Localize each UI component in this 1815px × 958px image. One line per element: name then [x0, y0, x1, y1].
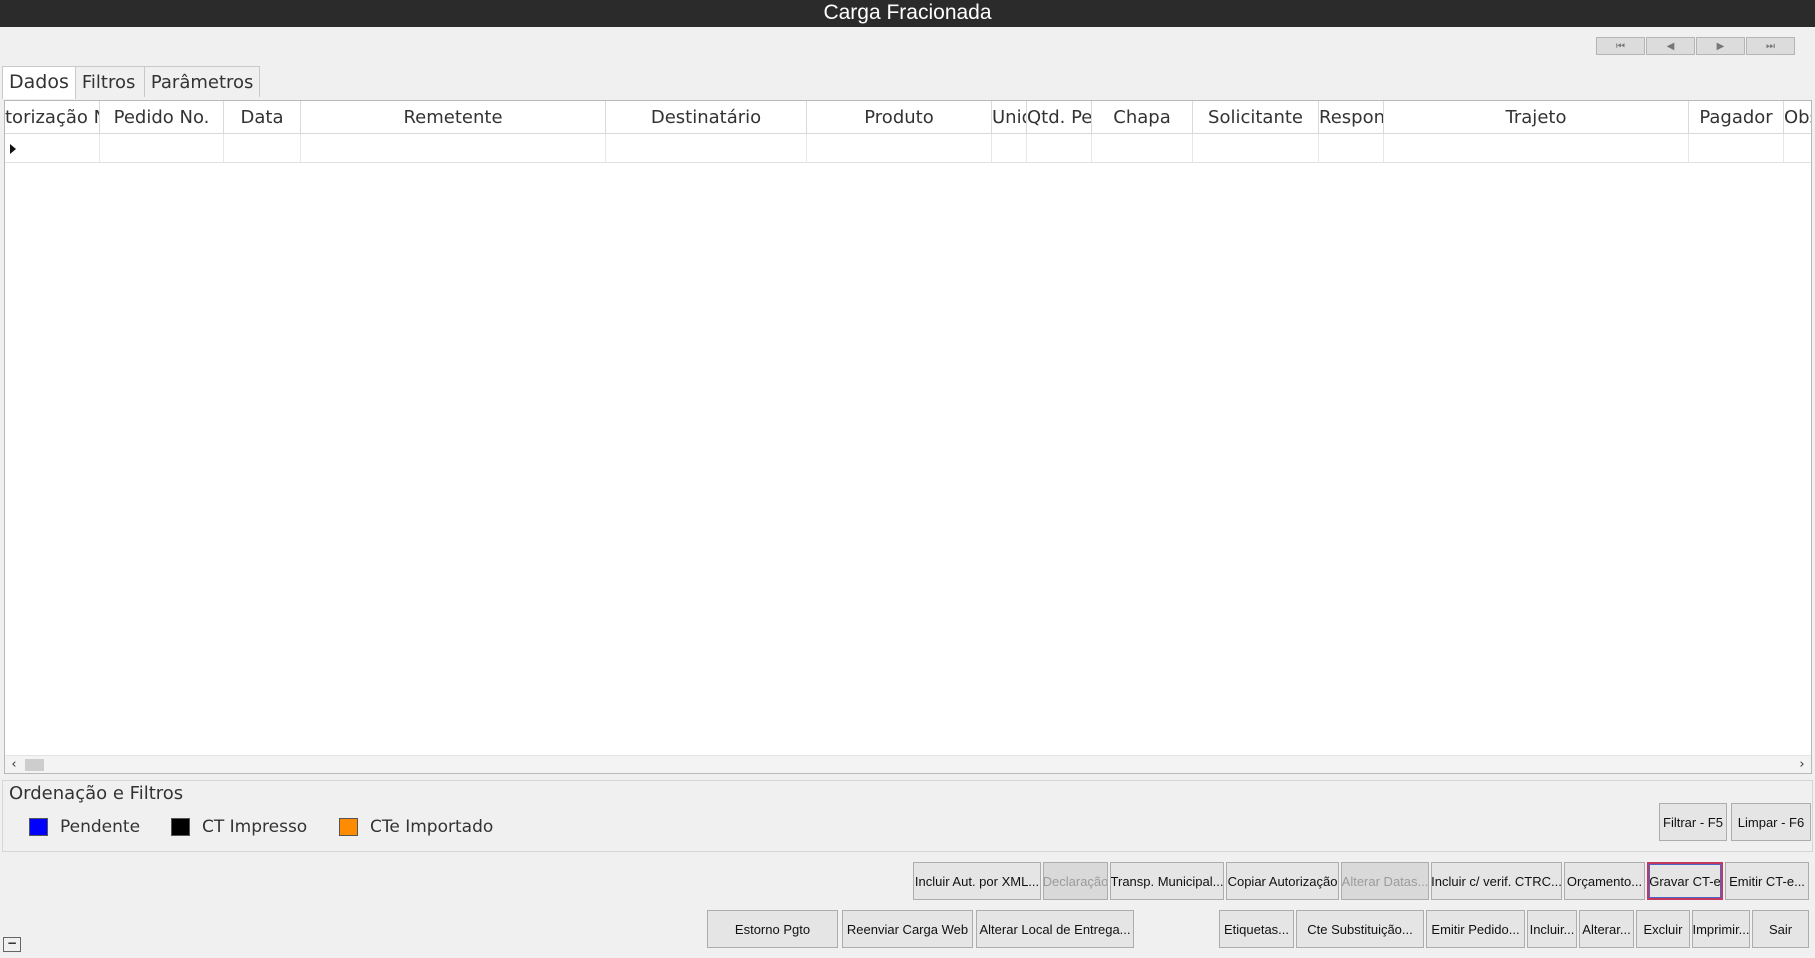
legend-pendente: Pendente	[29, 817, 140, 837]
emitir-pedido-button[interactable]: Emitir Pedido...	[1426, 910, 1525, 948]
table-row[interactable]	[5, 134, 1811, 163]
sair-button[interactable]: Sair	[1752, 910, 1809, 948]
legend-label: CT Impresso	[202, 817, 308, 837]
scroll-right-icon[interactable]: ›	[1793, 756, 1811, 773]
scrollbar-thumb[interactable]	[25, 759, 44, 771]
table-cell[interactable]	[1092, 134, 1193, 163]
data-grid[interactable]: torização N Pedido No. Data Remetente De…	[4, 100, 1812, 774]
column-produto[interactable]: Produto	[807, 101, 992, 134]
table-cell[interactable]	[606, 134, 807, 163]
table-cell[interactable]	[1384, 134, 1689, 163]
cte-importado-swatch	[339, 818, 358, 836]
nav-last-button[interactable]: ⏭	[1746, 37, 1795, 55]
pendente-swatch	[29, 818, 48, 836]
ct-impresso-swatch	[171, 818, 190, 836]
record-navigator: ⏮ ◀ ▶ ⏭	[1595, 37, 1795, 55]
excluir-button[interactable]: Excluir	[1636, 910, 1690, 948]
horizontal-scrollbar[interactable]: ‹ ›	[5, 755, 1811, 773]
table-cell[interactable]	[1027, 134, 1092, 163]
legend-label: CTe Importado	[370, 817, 494, 837]
clear-button[interactable]: Limpar - F6	[1731, 803, 1811, 841]
last-record-icon: ⏭	[1766, 40, 1775, 52]
reenviar-carga-web-button[interactable]: Reenviar Carga Web	[842, 910, 973, 948]
legend-cte-importado: CTe Importado	[339, 817, 493, 837]
column-qtd-pedido[interactable]: Qtd. Pedid	[1027, 101, 1092, 134]
column-unid[interactable]: Unid	[992, 101, 1027, 134]
collapse-button[interactable]: −	[3, 937, 21, 952]
alterar-datas-button[interactable]: Alterar Datas...	[1341, 862, 1429, 900]
column-data[interactable]: Data	[224, 101, 301, 134]
nav-next-button[interactable]: ▶	[1696, 37, 1745, 55]
table-cell[interactable]	[1193, 134, 1319, 163]
column-remetente[interactable]: Remetente	[301, 101, 606, 134]
column-responsavel[interactable]: Responsável	[1319, 101, 1384, 134]
tab-bar: Dados Filtros Parâmetros	[2, 66, 261, 99]
column-destinatario[interactable]: Destinatário	[606, 101, 807, 134]
table-cell[interactable]	[1784, 134, 1811, 163]
legend-ct-impresso: CT Impresso	[171, 817, 307, 837]
column-chapa[interactable]: Chapa	[1092, 101, 1193, 134]
window-title: Carga Fracionada	[0, 0, 1815, 27]
gravar-cte-button[interactable]: Gravar CT-e	[1647, 862, 1723, 900]
filters-title: Ordenação e Filtros	[9, 783, 184, 804]
nav-first-button[interactable]: ⏮	[1596, 37, 1645, 55]
table-cell[interactable]	[224, 134, 301, 163]
first-record-icon: ⏮	[1616, 40, 1625, 52]
etiquetas-button[interactable]: Etiquetas...	[1219, 910, 1294, 948]
column-trajeto[interactable]: Trajeto	[1384, 101, 1689, 134]
next-record-icon: ▶	[1716, 40, 1725, 52]
tab-dados[interactable]: Dados	[2, 66, 76, 99]
scroll-left-icon[interactable]: ‹	[5, 756, 23, 773]
table-cell[interactable]	[992, 134, 1027, 163]
emitir-cte-button[interactable]: Emitir CT-e...	[1725, 862, 1809, 900]
column-observacao[interactable]: Observ	[1784, 101, 1811, 134]
declaracao-button[interactable]: Declaração	[1043, 862, 1108, 900]
tab-filtros[interactable]: Filtros	[74, 66, 145, 97]
alterar-local-entrega-button[interactable]: Alterar Local de Entrega...	[976, 910, 1134, 948]
transp-municipal-button[interactable]: Transp. Municipal...	[1110, 862, 1224, 900]
table-cell[interactable]	[1689, 134, 1784, 163]
incluir-button[interactable]: Incluir...	[1527, 910, 1577, 948]
cte-substituicao-button[interactable]: Cte Substituição...	[1296, 910, 1424, 948]
grid-header: torização N Pedido No. Data Remetente De…	[5, 101, 1811, 134]
incluir-aut-xml-button[interactable]: Incluir Aut. por XML...	[913, 862, 1041, 900]
table-cell[interactable]	[5, 134, 100, 163]
imprimir-button[interactable]: Imprimir...	[1692, 910, 1750, 948]
prev-record-icon: ◀	[1666, 40, 1675, 52]
table-cell[interactable]	[301, 134, 606, 163]
filters-panel: Ordenação e Filtros Pendente CT Impresso…	[2, 780, 1813, 852]
estorno-pgto-button[interactable]: Estorno Pgto	[707, 910, 838, 948]
table-cell[interactable]	[807, 134, 992, 163]
nav-prev-button[interactable]: ◀	[1646, 37, 1695, 55]
copiar-autorizacao-button[interactable]: Copiar Autorização	[1226, 862, 1339, 900]
column-autorizacao[interactable]: torização N	[5, 101, 100, 134]
alterar-button[interactable]: Alterar...	[1579, 910, 1634, 948]
tab-parametros[interactable]: Parâmetros	[143, 66, 261, 97]
incluir-verif-ctrc-button[interactable]: Incluir c/ verif. CTRC...	[1431, 862, 1562, 900]
legend-label: Pendente	[60, 817, 141, 837]
table-cell[interactable]	[100, 134, 224, 163]
column-pedido[interactable]: Pedido No.	[100, 101, 224, 134]
column-solicitante[interactable]: Solicitante	[1193, 101, 1319, 134]
filter-button[interactable]: Filtrar - F5	[1659, 803, 1727, 841]
orcamento-button[interactable]: Orçamento...	[1564, 862, 1645, 900]
column-pagador[interactable]: Pagador	[1689, 101, 1784, 134]
table-cell[interactable]	[1319, 134, 1384, 163]
